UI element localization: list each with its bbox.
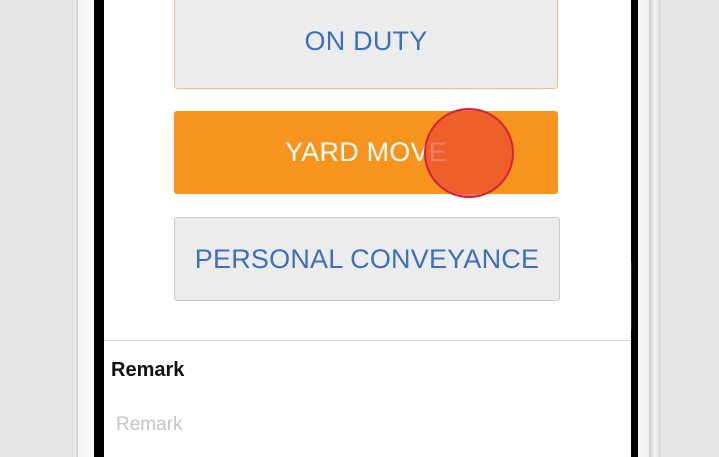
yard-move-button[interactable]: YARD MOVE <box>174 111 558 194</box>
remark-input[interactable] <box>116 408 616 442</box>
device-frame-right <box>649 0 661 457</box>
device-frame-right-inner <box>638 0 649 457</box>
remark-label: Remark <box>111 359 185 381</box>
app-screen: ON DUTY YARD MOVE PERSONAL CONVEYANCE Re… <box>104 0 631 457</box>
on-duty-button[interactable]: ON DUTY <box>174 0 558 89</box>
personal-conveyance-button[interactable]: PERSONAL CONVEYANCE <box>174 217 560 301</box>
device-bezel-right <box>631 0 638 457</box>
device-frame-left-inner <box>78 0 94 457</box>
device-bezel-left <box>94 0 104 457</box>
section-divider <box>104 340 631 341</box>
background-right <box>661 0 719 457</box>
background-left <box>0 0 72 457</box>
